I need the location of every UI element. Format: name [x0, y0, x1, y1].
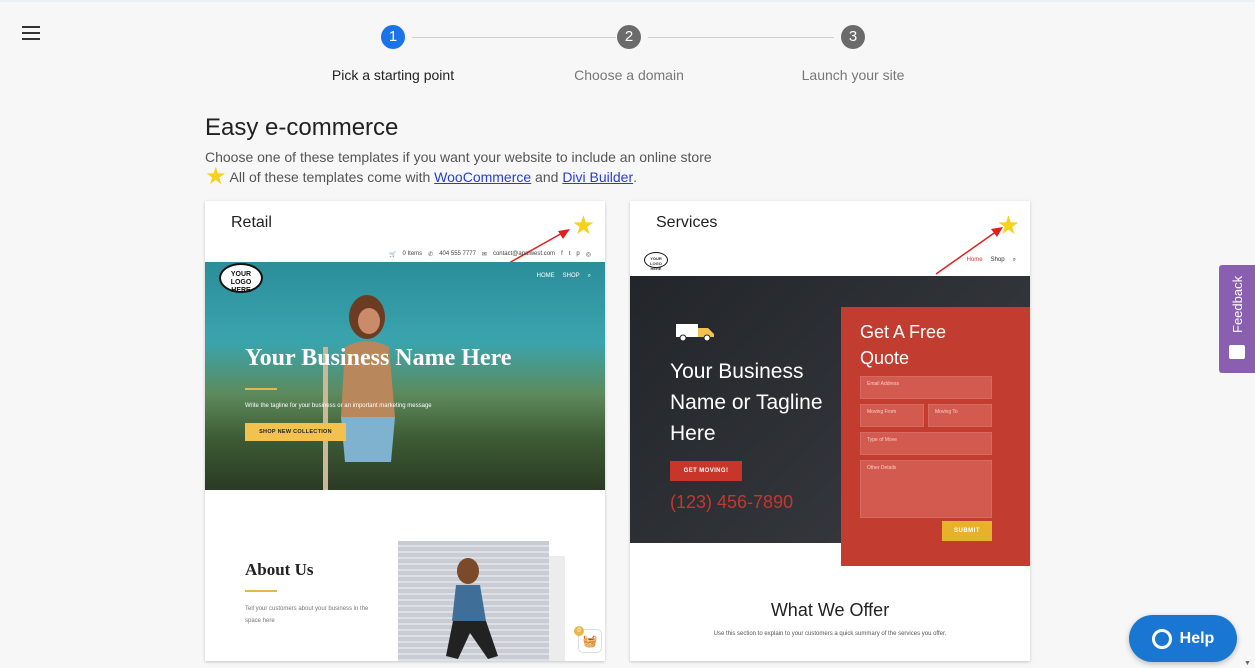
preview-logo: YOUR LOGO HERE	[644, 252, 668, 271]
preview-offer-text: Use this section to explain to your cust…	[713, 631, 947, 637]
about-image	[398, 541, 549, 661]
section-description: Choose one of these templates if you wan…	[205, 149, 712, 165]
mail-icon: ✉	[481, 251, 487, 258]
note-period: .	[633, 169, 638, 185]
preview-tagline: Write the tagline for your business or a…	[245, 403, 432, 409]
divider	[245, 590, 277, 592]
preview-topbar: 🛒 0 Items ✆ 404 555 7777 ✉ contact@apalwes…	[205, 246, 605, 262]
woocommerce-link[interactable]: WooCommerce	[434, 169, 531, 185]
cart-badge: 0	[574, 626, 584, 636]
step-1-circle[interactable]: 1	[381, 25, 405, 49]
form-submit: SUBMIT	[942, 521, 992, 541]
twitter-icon: t	[568, 251, 571, 257]
preview-logo: YOUR LOGO HERE	[219, 263, 263, 294]
facebook-icon: f	[561, 251, 563, 257]
person-illustration	[446, 558, 498, 659]
step-2-label[interactable]: Choose a domain	[574, 67, 684, 83]
truck-icon	[676, 324, 714, 342]
preview-nav: Home Shop ⌕	[967, 257, 1016, 264]
card-title: Services	[656, 214, 718, 231]
section-note: ★ All of these templates come with WooCo…	[205, 163, 638, 190]
preview-quote-form: Get A Free Quote Email Address Moving Fr…	[841, 307, 1030, 566]
nav-home: HOME	[536, 273, 555, 279]
phone-icon: ✆	[428, 251, 434, 258]
form-title: Get A Free Quote	[860, 322, 947, 368]
search-icon: ⌕	[587, 273, 591, 279]
preview-offer-title: What We Offer	[770, 600, 890, 620]
search-icon: ⌕	[1012, 257, 1016, 263]
top-border	[0, 0, 1255, 2]
menu-icon[interactable]	[22, 26, 40, 40]
preview-about-title: About Us	[245, 560, 314, 579]
step-2-circle[interactable]: 2	[617, 25, 641, 49]
instagram-icon: ◎	[585, 251, 591, 258]
chat-bubble-icon	[1151, 628, 1172, 649]
preview-hero-title: Your Business Name Here	[245, 345, 512, 371]
help-label: Help	[1179, 629, 1215, 647]
cart-icon: 🛒	[389, 251, 397, 258]
topbar-items: 0 Items	[402, 251, 423, 257]
nav-home: Home	[966, 257, 983, 263]
preview-cta: SHOP NEW COLLECTION	[245, 423, 346, 441]
preview-cta: GET MOVING!	[670, 461, 742, 481]
hero-image	[323, 295, 395, 490]
template-card-services[interactable]: Services ★ YOUR LOGO HERE Home Shop ⌕ Yo…	[630, 201, 1030, 661]
preview-header: YOUR LOGO HERE Home Shop ⌕	[630, 246, 1030, 276]
feedback-tab[interactable]: Feedback	[1219, 265, 1255, 373]
divider	[245, 388, 277, 390]
preview-about-text: Tell your customers about your business …	[245, 606, 369, 624]
form-other: Other Details	[860, 460, 992, 518]
topbar-phone: 404 555 7777	[439, 251, 476, 257]
scroll-down-icon[interactable]: ▼	[1244, 660, 1251, 667]
photo-shadow	[549, 556, 565, 661]
note-text-and: and	[531, 169, 563, 185]
nav-shop: Shop	[990, 257, 1005, 263]
step-3-label[interactable]: Launch your site	[802, 67, 905, 83]
star-icon: ★	[571, 210, 595, 240]
nav-shop: SHOP	[562, 273, 580, 279]
note-text: All of these templates come with	[229, 169, 435, 185]
section-title: Easy e-commerce	[205, 114, 399, 141]
form-email: Email Address	[860, 376, 992, 399]
preview-nav: HOME SHOP ⌕	[537, 273, 591, 280]
feedback-face-icon	[1229, 345, 1245, 359]
card-title: Retail	[231, 214, 272, 231]
topbar-email: contact@apalwest.com	[492, 251, 556, 257]
step-1-label[interactable]: Pick a starting point	[332, 67, 454, 83]
star-icon: ★	[205, 163, 227, 190]
divi-builder-link[interactable]: Divi Builder	[562, 169, 633, 185]
form-from: Moving From	[860, 404, 924, 427]
step-3-circle[interactable]: 3	[841, 25, 865, 49]
step-connector	[412, 37, 616, 38]
help-button[interactable]: Help	[1129, 615, 1237, 662]
preview-phone: (123) 456-7890	[670, 492, 794, 512]
step-connector	[648, 37, 834, 38]
feedback-label: Feedback	[1230, 275, 1245, 333]
preview-hero: YOUR LOGO HERE HOME SHOP ⌕ Your Business…	[205, 262, 605, 490]
template-card-retail[interactable]: Retail ★ 🛒 0 Items ✆ 404 555 7777 ✉ contac…	[205, 201, 605, 661]
form-to: Moving To	[928, 404, 992, 427]
preview-hero-title: Your Business Name or Tagline Here	[670, 360, 823, 445]
form-type: Type of Move	[860, 432, 992, 455]
pinterest-icon: p	[576, 251, 580, 257]
